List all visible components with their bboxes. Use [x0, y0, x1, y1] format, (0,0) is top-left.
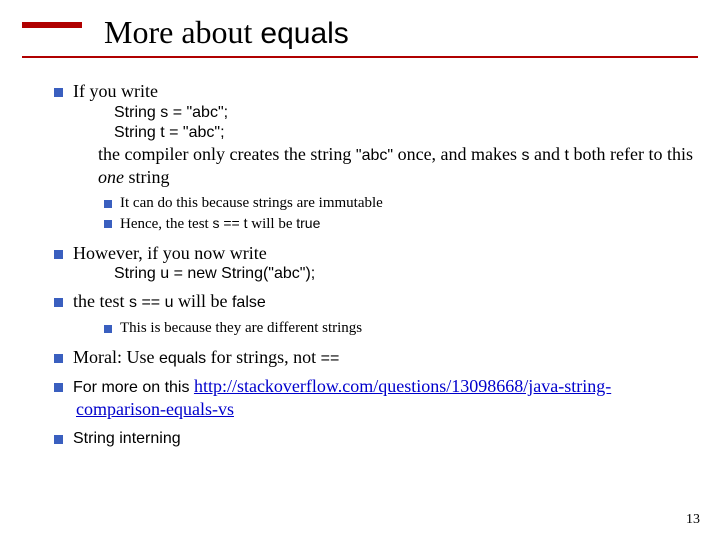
slide-number: 13	[686, 512, 700, 528]
square-bullet-icon	[54, 250, 63, 259]
b6-text: String interning	[73, 430, 181, 447]
b4-eq: equals	[159, 350, 206, 367]
square-bullet-icon	[104, 325, 112, 333]
bullet-1: If you write String s = "abc"; String t …	[54, 80, 694, 188]
b1-tail-e: string	[124, 167, 170, 187]
b3-false: false	[232, 294, 266, 311]
b1-tail-b: once, and makes	[393, 144, 521, 164]
square-bullet-icon	[104, 200, 112, 208]
b1-code2: String t = "abc";	[136, 123, 694, 143]
bullet-4: Moral: Use equals for strings, not ==	[54, 346, 694, 369]
title-underline	[22, 56, 698, 58]
b1-sub1-text: It can do this because strings are immut…	[120, 195, 383, 211]
b4-a: Moral: Use	[73, 347, 159, 367]
square-bullet-icon	[54, 435, 63, 444]
b1-tail-s: s	[522, 147, 530, 164]
square-bullet-icon	[54, 88, 63, 97]
b3-b: will be	[173, 291, 232, 311]
title-roman: More about	[104, 14, 260, 50]
b3-sub1-text: This is because they are different strin…	[120, 320, 362, 336]
b1-tail-c: and	[530, 144, 565, 164]
b3-sub1: This is because they are different strin…	[104, 319, 694, 338]
b1-sub2-true: true	[296, 215, 320, 231]
b1-sub2-code: s == t	[212, 215, 247, 231]
accent-bar	[22, 22, 82, 28]
bullet-3-subs: This is because they are different strin…	[104, 319, 694, 338]
b1-lead: If you write	[73, 81, 158, 101]
b2-code: String u = new String("abc");	[136, 264, 694, 284]
b1-sub2-a: Hence, the test	[120, 216, 212, 232]
bullet-6: String interning	[54, 426, 694, 449]
b3-a: the test	[73, 291, 129, 311]
bullet-1-subs: It can do this because strings are immut…	[104, 194, 694, 234]
b1-tail-abc: "abc"	[356, 147, 393, 164]
square-bullet-icon	[54, 383, 63, 392]
page-title: More about equals	[104, 14, 349, 51]
b4-op: ==	[321, 350, 340, 367]
b1-code1: String s = "abc";	[136, 103, 694, 123]
b4-b: for strings, not	[206, 347, 321, 367]
b1-tail: the compiler only creates the string "ab…	[98, 143, 694, 189]
bullet-3: the test s == u will be false	[54, 290, 694, 313]
bullet-2: However, if you now write String u = new…	[54, 242, 694, 285]
b1-sub2-b: will be	[248, 216, 297, 232]
b1-sub1: It can do this because strings are immut…	[104, 194, 694, 213]
square-bullet-icon	[104, 220, 112, 228]
content: If you write String s = "abc"; String t …	[54, 80, 694, 455]
title-sans: equals	[260, 17, 348, 50]
b1-sub2: Hence, the test s == t will be true	[104, 215, 694, 234]
b1-tail-d: both refer to this	[569, 144, 693, 164]
b3-code: s == u	[129, 294, 173, 311]
square-bullet-icon	[54, 298, 63, 307]
square-bullet-icon	[54, 354, 63, 363]
b5-a: For more on this	[73, 379, 194, 396]
b1-tail-a: the compiler only creates the string	[98, 144, 356, 164]
bullet-5: For more on this http://stackoverflow.co…	[54, 375, 694, 421]
b2-lead: However, if you now write	[73, 243, 267, 263]
b1-tail-one: one	[98, 167, 124, 187]
